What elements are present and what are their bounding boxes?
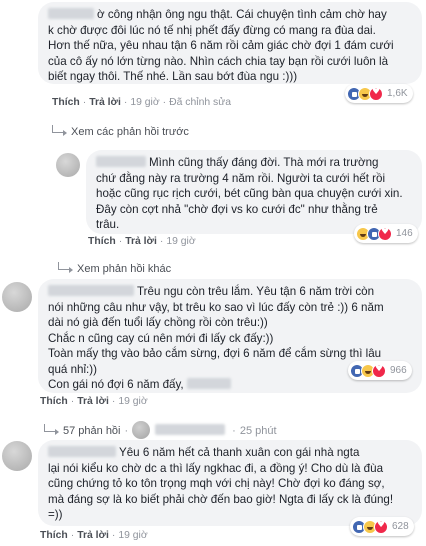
comment-time[interactable]: 19 giờ <box>166 236 195 247</box>
love-reaction-icon <box>369 86 383 101</box>
reply-link[interactable]: Trả lời <box>125 236 157 247</box>
comment-actions: Thích · Trả lời · 19 giờ <box>40 396 148 407</box>
reply-arrow-icon <box>58 262 73 273</box>
redacted-text <box>186 378 231 389</box>
love-reaction-icon <box>378 226 392 241</box>
avatar[interactable] <box>56 153 80 177</box>
redacted-name <box>48 8 94 19</box>
view-more-replies[interactable]: Xem phản hồi khác <box>58 262 171 275</box>
avatar[interactable] <box>2 282 32 312</box>
comment-time[interactable]: 19 giờ <box>130 97 159 108</box>
like-link[interactable]: Thích <box>88 236 116 247</box>
redacted-name <box>155 424 226 435</box>
like-link[interactable]: Thích <box>40 530 68 541</box>
reply-link[interactable]: Trả lời <box>77 396 109 407</box>
comment-line: hoặc cũng rục rịch cưới, bét cũng bàn qu… <box>96 187 403 200</box>
reply-arrow-icon <box>44 424 59 435</box>
reaction-count: 146 <box>396 228 413 239</box>
redacted-name <box>48 285 134 296</box>
edited-label[interactable]: Đã chỉnh sửa <box>169 97 231 108</box>
comment-line: của cô ấy nó lớn từng nào. Nhìn cách chi… <box>48 54 389 68</box>
reaction-count: 628 <box>392 521 409 532</box>
reaction-count: 966 <box>390 365 407 376</box>
comment-actions: Thích · Trả lời · 19 giờ <box>40 530 148 541</box>
like-link[interactable]: Thích <box>52 97 80 108</box>
avatar[interactable] <box>2 441 32 471</box>
reaction-summary[interactable]: 966 <box>348 361 412 380</box>
comment-line: k chờ được đôi lúc nó tế nhị phết đấy đừ… <box>48 23 376 37</box>
comment-time[interactable]: 19 giờ <box>118 396 147 407</box>
comment-line: Trêu ngu còn trêu lắm. Yêu tận 6 năm trờ… <box>48 284 412 300</box>
reply-link[interactable]: Trả lời <box>89 97 121 108</box>
comment-actions: Thích · Trả lời · 19 giờ <box>88 236 196 247</box>
view-previous-replies[interactable]: Xem các phản hồi trước <box>52 125 189 138</box>
comment-line: nói những câu như vậy, bt trêu ko sao vì… <box>48 300 384 314</box>
reply-arrow-icon <box>52 125 67 136</box>
comment-line: mà đáng sợ là ko biết phải chờ đến bao g… <box>48 492 394 506</box>
comment-line: Hơn thế nữa, yêu nhau tận 6 năm rồi cảm … <box>48 39 394 52</box>
comment-line: Yêu 6 năm hết cả thanh xuân con gái nhà … <box>48 445 412 461</box>
reaction-summary[interactable]: 1,6K <box>345 84 413 103</box>
like-link[interactable]: Thích <box>40 396 68 407</box>
comment-line: Mình cũng thấy đáng đời. Thà mới ra trườ… <box>96 155 412 171</box>
love-reaction-icon <box>374 519 388 534</box>
comment-line: cũng chứng tỏ ko tôn trọng mqh với chị n… <box>48 477 385 490</box>
comment-line: Toàn mấy thg vào bảo cắm sừng, đợi 6 năm… <box>48 347 382 360</box>
comment-line: lại nói kiểu ko chờ dc a thì lấy ngkhac … <box>48 461 384 475</box>
comment-bubble: ờ công nhận ông ngu thật. Cái chuyện tìn… <box>38 2 422 84</box>
comment-line: biết ngay thôi. Thế nhé. Lần sau bớt đùa… <box>48 70 298 83</box>
reaction-count: 1,6K <box>387 88 408 99</box>
reaction-summary[interactable]: 628 <box>350 517 414 536</box>
comment-actions: Thích · Trả lời · 19 giờ · Đã chỉnh sửa <box>52 97 231 108</box>
comment-time[interactable]: 19 giờ <box>118 530 147 541</box>
comment-bubble: Mình cũng thấy đáng đời. Thà mới ra trườ… <box>86 150 422 234</box>
comment-bubble: Yêu 6 năm hết cả thanh xuân con gái nhà … <box>38 440 422 526</box>
comment-line: dài nó già đến tuổi lấy chồng rồi còn tr… <box>48 316 268 329</box>
love-reaction-icon <box>372 363 386 378</box>
comment-line: Chắc n cũng cay cú nên mới đi lấy ck đấy… <box>48 331 274 345</box>
comment-line: chứ đằng này ra trường 4 năm rồi. Người … <box>96 171 386 185</box>
comment-line: ờ công nhận ông ngu thật. Cái chuyện tìn… <box>48 7 412 23</box>
redacted-name <box>96 156 146 167</box>
reply-count-link[interactable]: 57 phản hồi · · 25 phút <box>44 421 277 439</box>
avatar <box>132 421 151 439</box>
comment-line: Đây còn cợt nhả "chờ đợi vs ko cưới đc" … <box>96 202 378 216</box>
reaction-summary[interactable]: 146 <box>354 224 418 243</box>
reply-link[interactable]: Trả lời <box>77 530 109 541</box>
redacted-name <box>48 446 116 457</box>
